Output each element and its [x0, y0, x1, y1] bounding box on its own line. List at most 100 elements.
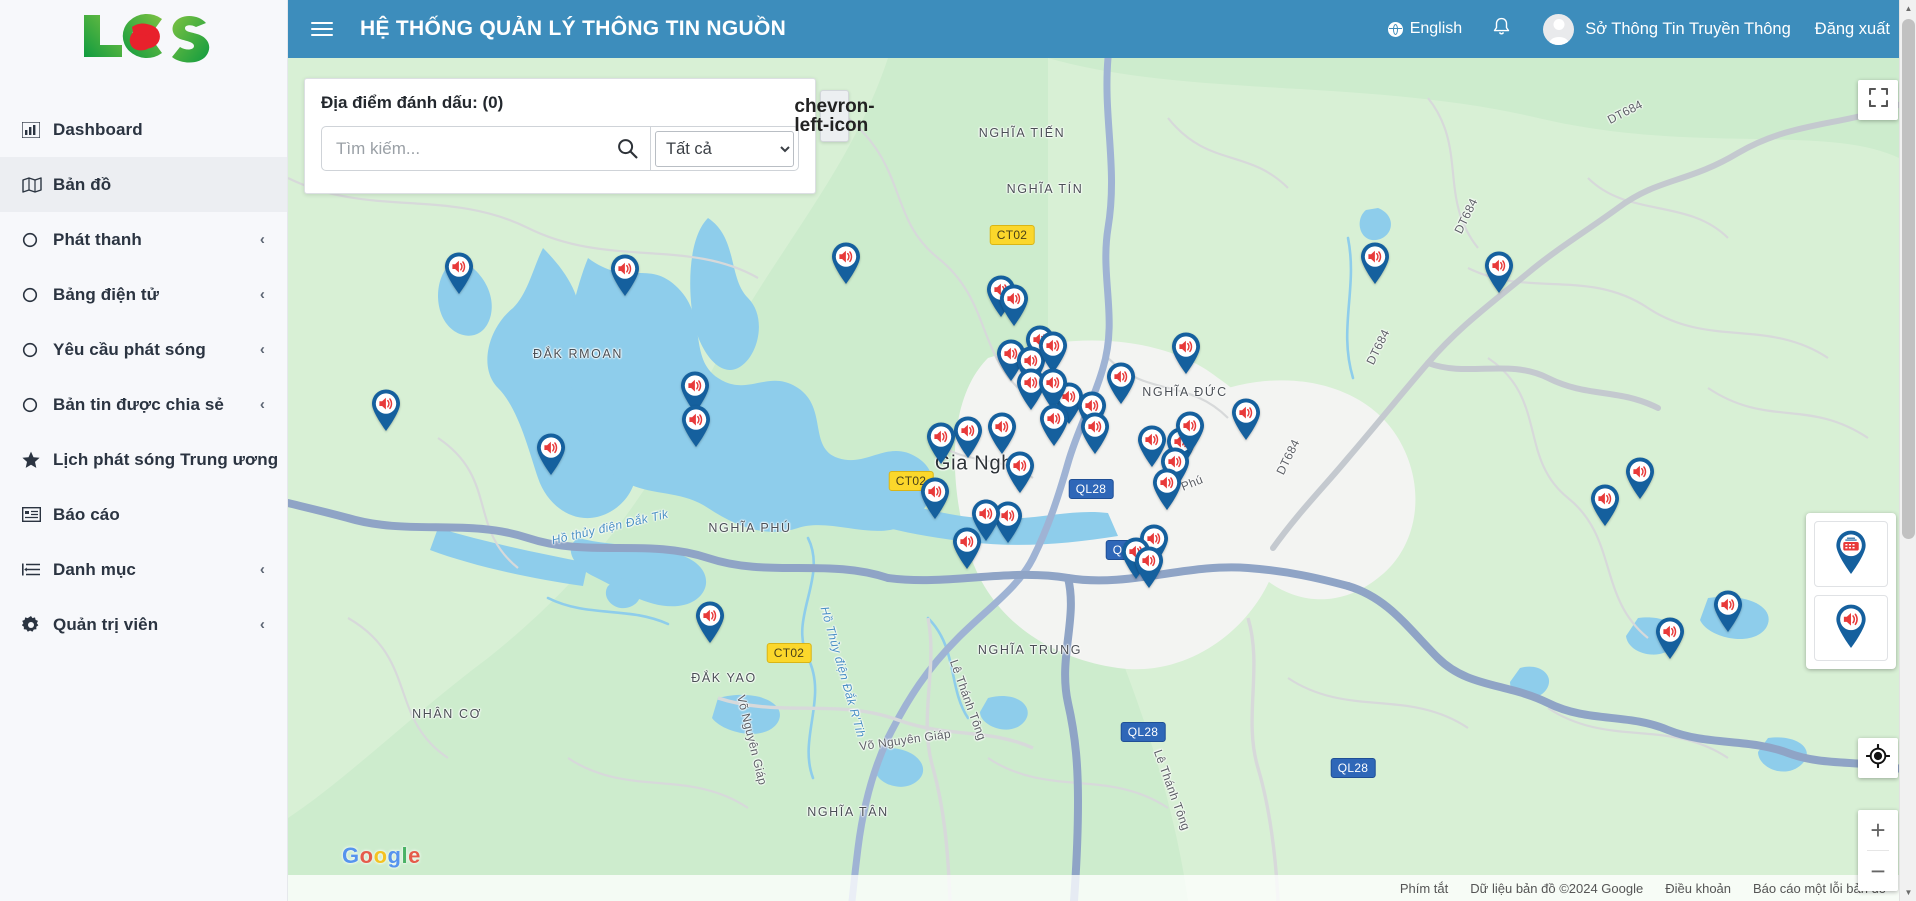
sidebar-item-ban-do[interactable]: Bản đồ — [0, 157, 287, 212]
google-logo-letter: o — [359, 843, 374, 868]
fullscreen-button[interactable] — [1858, 80, 1898, 120]
map-attribution-item[interactable]: Phím tắt — [1400, 881, 1448, 896]
speaker-marker-layer[interactable] — [1814, 595, 1888, 661]
map-marker-speaker[interactable] — [985, 411, 1019, 455]
my-location-icon — [1865, 743, 1891, 773]
avatar — [1543, 13, 1575, 45]
map-marker-speaker[interactable] — [679, 404, 713, 448]
collapse-panel-button[interactable]: chevron-left-icon — [794, 90, 875, 142]
route-shield: CT02 — [989, 225, 1035, 245]
sidebar-item-lich-phat-song-trung-uong[interactable]: Lịch phát sóng Trung ương — [0, 432, 287, 487]
map-marker-speaker[interactable] — [1104, 361, 1138, 405]
sidebar-item-bang-dien-tu[interactable]: Bảng điện tử ‹ — [0, 267, 287, 322]
type-filter-select[interactable]: Tất cả — [655, 130, 794, 167]
sidebar-item-phat-thanh[interactable]: Phát thanh ‹ — [0, 212, 287, 267]
scroll-down-arrow[interactable]: ▼ — [1900, 884, 1916, 901]
circle-icon — [22, 342, 48, 358]
language-switcher[interactable]: English — [1374, 20, 1476, 38]
scroll-up-arrow[interactable]: ▲ — [1900, 0, 1916, 17]
map-marker-speaker[interactable] — [1078, 411, 1112, 455]
page-title: HỆ THỐNG QUẢN LÝ THÔNG TIN NGUỒN — [360, 17, 787, 40]
sidebar-item-quan-tri-vien[interactable]: Quản trị viên ‹ — [0, 597, 287, 652]
map-marker-speaker[interactable] — [1653, 616, 1687, 660]
filter-wrap: Tất cả — [650, 127, 798, 170]
map-marker-speaker[interactable] — [1229, 397, 1263, 441]
bell-icon[interactable] — [1476, 17, 1527, 41]
map-marker-speaker[interactable] — [369, 388, 403, 432]
map-attribution-item[interactable]: Dữ liệu bản đồ ©2024 Google — [1470, 881, 1643, 896]
fullscreen-icon — [1868, 87, 1888, 112]
speaker-pin-icon — [1833, 603, 1869, 654]
sidebar-item-bao-cao[interactable]: Báo cáo — [0, 487, 287, 542]
map-marker-speaker[interactable] — [1169, 331, 1203, 375]
sidebar-item-dashboard[interactable]: Dashboard — [0, 102, 287, 157]
sidebar-item-label: Bản tin được chia sẻ — [53, 394, 224, 414]
my-location-button[interactable] — [1858, 738, 1898, 778]
chart-bar-icon — [22, 121, 48, 138]
map-marker-speaker[interactable] — [534, 432, 568, 476]
chevron-left-icon: ‹ — [259, 231, 265, 248]
led-board-marker-layer[interactable] — [1814, 521, 1888, 587]
map-marker-speaker[interactable] — [950, 526, 984, 570]
chevron-left-icon: chevron-left-icon — [794, 96, 875, 136]
circle-icon — [22, 287, 48, 303]
chevron-left-icon: ‹ — [259, 616, 265, 633]
map-marker-speaker[interactable] — [1037, 403, 1071, 447]
scroll-thumb[interactable] — [1902, 19, 1915, 539]
search-input[interactable] — [336, 138, 611, 159]
user-menu[interactable]: Sở Thông Tin Truyền Thông — [1527, 13, 1803, 45]
map-marker-speaker[interactable] — [1623, 456, 1657, 500]
user-name: Sở Thông Tin Truyền Thông — [1585, 19, 1791, 38]
brand-logo[interactable] — [0, 0, 287, 72]
gear-icon — [22, 615, 48, 634]
map-marker-speaker[interactable] — [1150, 467, 1184, 511]
sidebar-item-yeu-cau-phat-song[interactable]: Yêu cầu phát sóng ‹ — [0, 322, 287, 377]
map-marker-speaker[interactable] — [1482, 250, 1516, 294]
star-icon — [22, 451, 48, 468]
sidebar-item-label: Yêu cầu phát sóng — [53, 339, 206, 359]
map-marker-speaker[interactable] — [1588, 483, 1622, 527]
map-marker-speaker[interactable] — [829, 241, 863, 285]
map-marker-speaker[interactable] — [918, 476, 952, 520]
circle-icon — [22, 397, 48, 413]
app-root: Dashboard Bản đồ Phát thanh ‹ Bảng điện … — [0, 0, 1916, 901]
zoom-in-button[interactable]: + — [1858, 810, 1898, 850]
sidebar-item-label: Quản trị viên — [53, 614, 159, 634]
sidebar-nav: Dashboard Bản đồ Phát thanh ‹ Bảng điện … — [0, 102, 287, 652]
lcs-logo-icon — [78, 9, 210, 63]
map-marker-speaker[interactable] — [442, 251, 476, 295]
map-marker-speaker[interactable] — [693, 600, 727, 644]
zoom-out-button[interactable]: − — [1858, 851, 1898, 891]
map-container[interactable]: NGHĨA TIẾN NGHĨA TÍN ĐẮK RMOAN NGHĨA ĐỨC NGH… — [288, 58, 1916, 901]
google-logo: Google — [342, 843, 421, 869]
zoom-controls: + − — [1858, 810, 1898, 891]
chevron-left-icon: ‹ — [259, 561, 265, 578]
map-attribution-item[interactable]: Điều khoản — [1665, 881, 1731, 896]
report-icon — [22, 507, 48, 522]
route-shield: QL28 — [1120, 722, 1166, 742]
map-marker-speaker[interactable] — [1132, 545, 1166, 589]
map-marker-speaker[interactable] — [1358, 241, 1392, 285]
sidebar-item-danh-muc[interactable]: Danh mục ‹ — [0, 542, 287, 597]
logout-button[interactable]: Đăng xuất — [1803, 20, 1904, 39]
hamburger-icon[interactable] — [306, 13, 338, 45]
search-icon[interactable] — [611, 138, 638, 159]
globe-icon — [1387, 21, 1403, 37]
map-marker-speaker[interactable] — [997, 283, 1031, 327]
sidebar-item-ban-tin-duoc-chia-se[interactable]: Bản tin được chia sẻ ‹ — [0, 377, 287, 432]
google-logo-letter: g — [387, 843, 402, 868]
chevron-left-icon: ‹ — [259, 286, 265, 303]
language-label: English — [1409, 20, 1463, 37]
map-attribution-bar: Phím tắt Dữ liệu bản đồ ©2024 Google Điều … — [288, 875, 1916, 901]
sidebar-item-label: Danh mục — [53, 559, 136, 579]
circle-icon — [22, 232, 48, 248]
chevron-left-icon: ‹ — [259, 396, 265, 413]
page-scrollbar[interactable]: ▲ ▼ — [1899, 0, 1916, 901]
sidebar: Dashboard Bản đồ Phát thanh ‹ Bảng điện … — [0, 0, 288, 901]
map-marker-speaker[interactable] — [924, 421, 958, 465]
search-row: Tất cả — [321, 126, 799, 171]
map-marker-speaker[interactable] — [1711, 589, 1745, 633]
map-marker-speaker[interactable] — [608, 253, 642, 297]
map-marker-speaker[interactable] — [1003, 450, 1037, 494]
sidebar-item-label: Báo cáo — [53, 504, 120, 524]
